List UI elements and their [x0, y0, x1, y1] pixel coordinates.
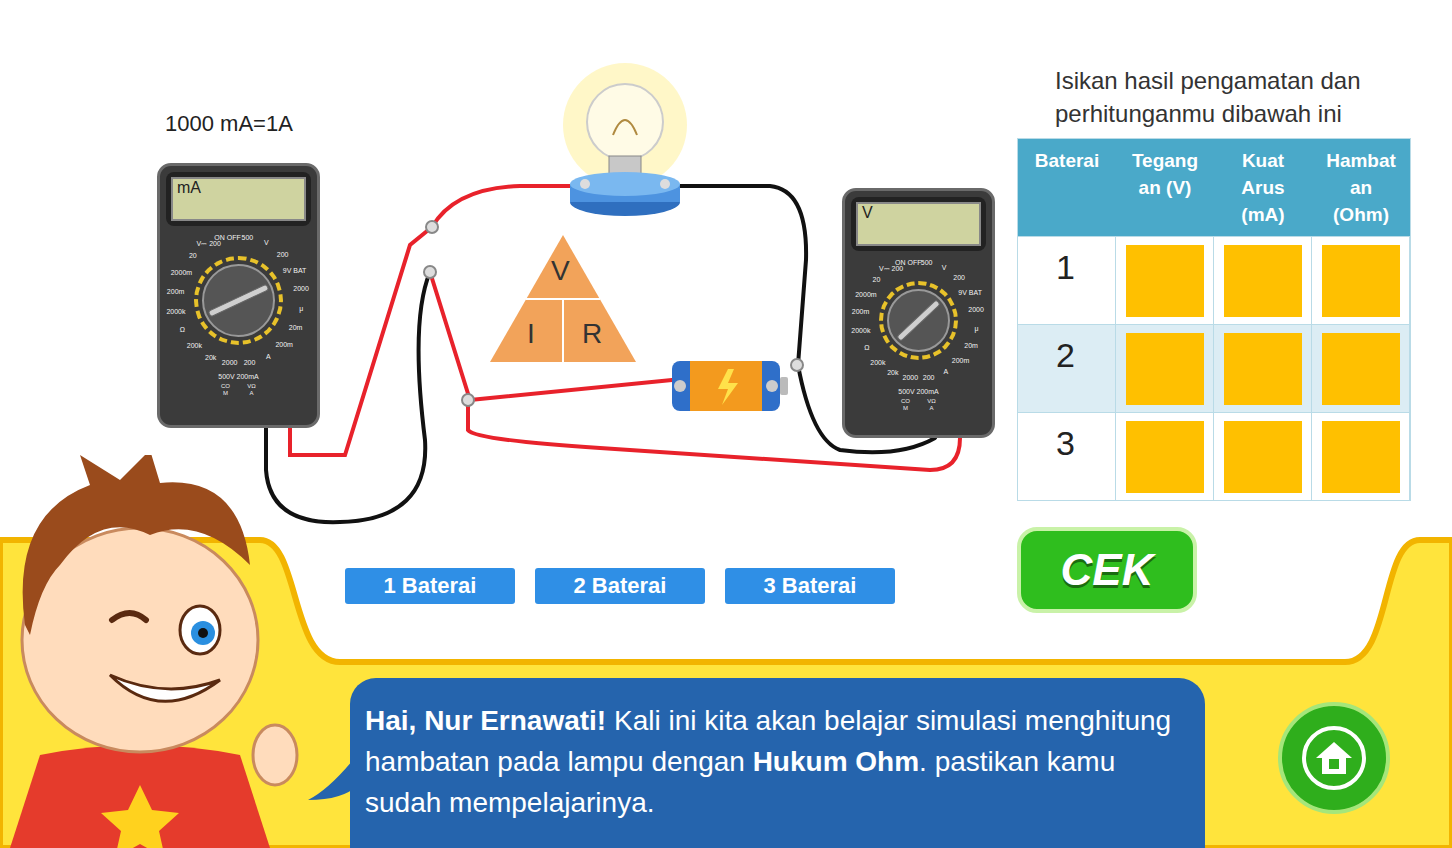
column-header: Baterai [1018, 139, 1116, 236]
dial-label: 200k [187, 342, 202, 350]
dial-label: 2000k [166, 308, 185, 316]
dial-label: 200 [953, 274, 965, 282]
jack-label: COM [220, 383, 232, 397]
dial-label: 200 [244, 359, 256, 367]
dial-label: 20 [873, 276, 881, 284]
dial-label: 500 [241, 234, 253, 242]
dial-label: 200m [952, 357, 970, 365]
simulation-screen: 1000 mA=1AmAON OFF500V2009V BAT2000μ20m2… [0, 0, 1452, 848]
answer-field[interactable] [1322, 245, 1400, 317]
check-button[interactable]: CEK [1017, 527, 1197, 613]
column-header: KuatArus(mA) [1214, 139, 1312, 236]
multimeter-footer: 500V 200mA [898, 388, 938, 396]
dial-label: V [264, 239, 269, 247]
lamp-icon [545, 60, 705, 225]
dial-label: 9V BAT [958, 289, 982, 297]
home-button[interactable] [1278, 702, 1390, 814]
row-label: 2 [1018, 325, 1116, 412]
results-table: BateraiTegangan (V)KuatArus(mA)Hambatan(… [1017, 138, 1411, 501]
answer-field[interactable] [1224, 245, 1302, 317]
dial-label: 2000 [293, 285, 309, 293]
dial-label: 500 [921, 259, 933, 267]
dial-label: 2000m [171, 269, 192, 277]
dial-label: μ [299, 305, 303, 313]
triangle-r: R [582, 318, 602, 350]
battery-button[interactable]: 2 Baterai [535, 568, 705, 604]
battery-button[interactable]: 1 Baterai [345, 568, 515, 604]
dial-label: 200k [870, 359, 885, 367]
multimeter: mAON OFF500V2009V BAT2000μ20m200mA200200… [157, 163, 320, 428]
answer-field[interactable] [1224, 421, 1302, 493]
dial-label: 9V BAT [283, 267, 307, 275]
multimeter-display: V [851, 197, 986, 251]
column-header: Hambatan(Ohm) [1312, 139, 1410, 236]
jack-label: VΩA [926, 398, 938, 412]
answer-field[interactable] [1126, 421, 1204, 493]
unit-hint: 1000 mA=1A [165, 110, 293, 138]
table-row: 3 [1018, 412, 1410, 500]
dial-label: 200m [167, 288, 185, 296]
speech-bubble: Hai, Nur Ernawati! Kali ini kita akan be… [350, 678, 1205, 848]
multimeter: VON OFF500V2009V BAT2000μ20m200mA2002000… [842, 188, 995, 438]
answer-field[interactable] [1224, 333, 1302, 405]
triangle-i: I [527, 318, 535, 350]
dial-label: 2000 [968, 306, 984, 314]
multimeter-dial[interactable]: ON OFF500V2009V BAT2000μ20m200mA20020002… [851, 253, 986, 388]
dial-label: Ω [864, 344, 869, 352]
dial-label: 2000 [222, 359, 238, 367]
dial-label: 200 [923, 374, 935, 382]
dial-label: 2000 [903, 374, 919, 382]
answer-field[interactable] [1322, 421, 1400, 493]
dial-label: A [944, 368, 949, 376]
dial-label: 20 [189, 252, 197, 260]
house-icon [1302, 726, 1366, 790]
mascot-boy-icon [0, 455, 300, 848]
table-row: 1 [1018, 236, 1410, 324]
column-header: Tegangan (V) [1116, 139, 1214, 236]
table-row: 2 [1018, 324, 1410, 412]
ohm-triangle [490, 235, 636, 362]
dial-label: 2000k [851, 327, 870, 335]
dial-label: A [266, 353, 271, 361]
answer-field[interactable] [1126, 245, 1204, 317]
answer-field[interactable] [1322, 333, 1400, 405]
dial-label: 20m [964, 342, 978, 350]
battery-icon [668, 355, 790, 417]
dial-label: V [942, 264, 947, 272]
table-title: Isikan hasil pengamatan danperhitunganmu… [1017, 64, 1411, 130]
answer-field[interactable] [1126, 333, 1204, 405]
dial-label: 200m [275, 341, 293, 349]
multimeter-dial[interactable]: ON OFF500V2009V BAT2000μ20m200mA20020002… [166, 228, 311, 373]
table-header: BateraiTegangan (V)KuatArus(mA)Hambatan(… [1018, 139, 1410, 236]
triangle-v: V [551, 255, 570, 287]
dial-label: V⎓ 200 [197, 240, 221, 248]
row-label: 1 [1018, 237, 1116, 324]
battery-button[interactable]: 3 Baterai [725, 568, 895, 604]
multimeter-footer: 500V 200mA [218, 373, 258, 381]
dial-label: 2000m [855, 291, 876, 299]
dial-label: 20m [289, 324, 303, 332]
multimeter-display: mA [166, 172, 311, 226]
dial-label: 200 [277, 251, 289, 259]
dial-label: 200m [852, 308, 870, 316]
jack-label: VΩA [246, 383, 258, 397]
row-label: 3 [1018, 413, 1116, 500]
dial-label: 20k [887, 369, 898, 377]
dial-label: Ω [180, 326, 185, 334]
dial-label: μ [974, 325, 978, 333]
dial-label: 20k [205, 354, 216, 362]
dial-label: V⎓ 200 [879, 265, 903, 273]
jack-label: COM [900, 398, 912, 412]
